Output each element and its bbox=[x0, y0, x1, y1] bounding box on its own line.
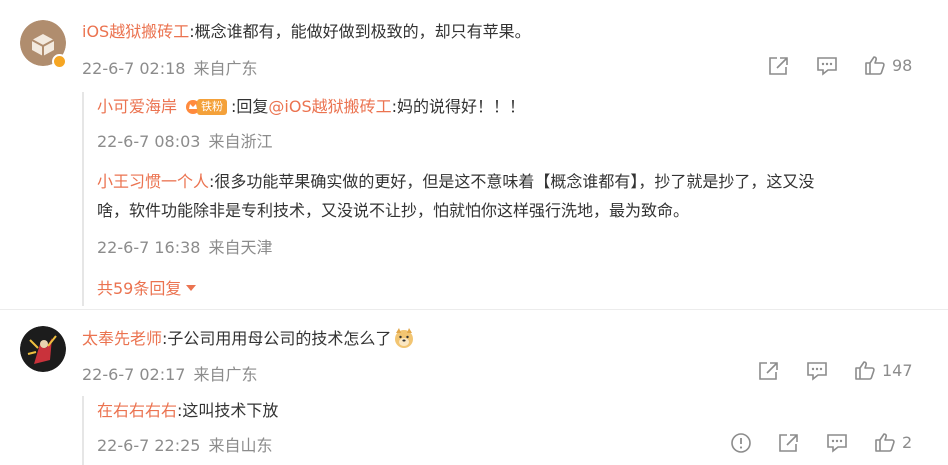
like-button[interactable]: 2 bbox=[874, 432, 912, 452]
alert-icon bbox=[731, 433, 751, 453]
comment-date: 22-6-7 02:18 bbox=[82, 59, 186, 78]
reply-source: 来自山东 bbox=[208, 436, 273, 455]
report-button[interactable] bbox=[730, 432, 752, 454]
reply-source: 来自天津 bbox=[208, 238, 273, 257]
comment-icon bbox=[807, 362, 827, 381]
reply-text: 小王习惯一个人:很多功能苹果确实做的更好，但是这不意味着【概念谁都有】，抄了就是… bbox=[97, 171, 814, 193]
comment-icon bbox=[817, 57, 837, 76]
reply-author-link[interactable]: 在右右右右 bbox=[97, 401, 177, 420]
comment-source: 来自广东 bbox=[193, 59, 258, 78]
share-icon bbox=[759, 362, 778, 380]
comment-date: 22-6-7 02:17 bbox=[82, 365, 186, 384]
share-button[interactable] bbox=[758, 361, 780, 381]
more-replies-label: 共59条回复 bbox=[97, 279, 182, 298]
share-icon bbox=[779, 434, 798, 452]
reply-body-line2: 啥，软件功能除非是专利技术，又没说不让抄，怕就怕你这样强行洗地，最为致命。 bbox=[97, 201, 690, 220]
like-button[interactable]: 147 bbox=[854, 360, 913, 380]
badge-label: 铁粉 bbox=[197, 99, 228, 115]
reply-text: 小可爱海岸 铁粉:回复@iOS越狱搬砖工:妈的说得好！！！ bbox=[97, 96, 525, 118]
thumbs-up-icon bbox=[875, 433, 895, 452]
comment-body: :概念谁都有，能做好做到极致的，却只有苹果。 bbox=[189, 22, 531, 41]
like-count: 98 bbox=[892, 55, 913, 75]
share-icon bbox=[769, 57, 788, 75]
reply-date: 22-6-7 16:38 bbox=[97, 238, 201, 257]
comment-text: iOS越狱搬砖工:概念谁都有，能做好做到极致的，却只有苹果。 bbox=[82, 21, 531, 43]
like-button[interactable]: 98 bbox=[864, 55, 912, 75]
comment-icon bbox=[827, 434, 847, 453]
reply-meta: 22-6-7 16:38 来自天津 bbox=[97, 234, 272, 258]
reply-text-line2: 啥，软件功能除非是专利技术，又没说不让抄，怕就怕你这样强行洗地，最为致命。 bbox=[97, 200, 689, 222]
comment-body: :子公司用用母公司的技术怎么了 bbox=[162, 329, 392, 348]
divider bbox=[0, 309, 948, 310]
comment-text: 太奉先老师:子公司用用母公司的技术怎么了 bbox=[82, 327, 415, 350]
comment-list: iOS越狱搬砖工:概念谁都有，能做好做到极致的，却只有苹果。 22-6-7 02… bbox=[0, 0, 948, 465]
comment-meta: 22-6-7 02:17 来自广东 bbox=[82, 361, 257, 385]
verified-badge-icon bbox=[52, 54, 67, 69]
reply-button[interactable] bbox=[806, 361, 828, 381]
more-replies-wrap: 共59条回复 bbox=[97, 275, 197, 299]
thumbs-up-icon bbox=[865, 56, 885, 75]
reply-author-link[interactable]: 小可爱海岸 bbox=[97, 97, 177, 116]
reply-date: 22-6-7 08:03 bbox=[97, 132, 201, 151]
reply-body: :妈的说得好！！！ bbox=[391, 97, 526, 116]
reply-thread bbox=[82, 92, 84, 306]
like-count: 147 bbox=[882, 360, 913, 380]
mention-link[interactable]: @iOS越狱搬砖工 bbox=[268, 97, 391, 116]
reply-button[interactable] bbox=[816, 56, 838, 76]
reply-meta: 22-6-7 08:03 来自浙江 bbox=[97, 128, 272, 152]
reply-date: 22-6-7 22:25 bbox=[97, 436, 201, 455]
reply-text: 在右右右右:这叫技术下放 bbox=[97, 400, 278, 422]
reply-source: 来自浙江 bbox=[208, 132, 273, 151]
thumbs-up-icon bbox=[855, 361, 875, 380]
share-button[interactable] bbox=[778, 433, 800, 453]
reply-meta: 22-6-7 22:25 来自山东 bbox=[97, 432, 272, 456]
comment-source: 来自广东 bbox=[193, 365, 258, 384]
more-replies-link[interactable]: 共59条回复 bbox=[97, 275, 197, 299]
avatar[interactable] bbox=[20, 326, 66, 372]
reply-author-link[interactable]: 小王习惯一个人 bbox=[97, 172, 209, 191]
reply-body-line1: :很多功能苹果确实做的更好，但是这不意味着【概念谁都有】，抄了就是抄了，这又没 bbox=[209, 172, 815, 191]
comment-meta: 22-6-7 02:18 来自广东 bbox=[82, 55, 257, 79]
caret-down-icon bbox=[186, 285, 197, 291]
comment-author-link[interactable]: iOS越狱搬砖工 bbox=[82, 22, 189, 41]
reply-prefix: :回复 bbox=[231, 97, 269, 116]
reply-button[interactable] bbox=[826, 433, 848, 453]
doge-emoji-icon bbox=[395, 328, 414, 348]
comment-author-link[interactable]: 太奉先老师 bbox=[82, 329, 162, 348]
like-count: 2 bbox=[902, 432, 913, 452]
reply-thread bbox=[82, 396, 84, 465]
fan-badge[interactable]: 铁粉 bbox=[185, 99, 228, 115]
share-button[interactable] bbox=[768, 56, 790, 76]
reply-body: :这叫技术下放 bbox=[177, 401, 279, 420]
